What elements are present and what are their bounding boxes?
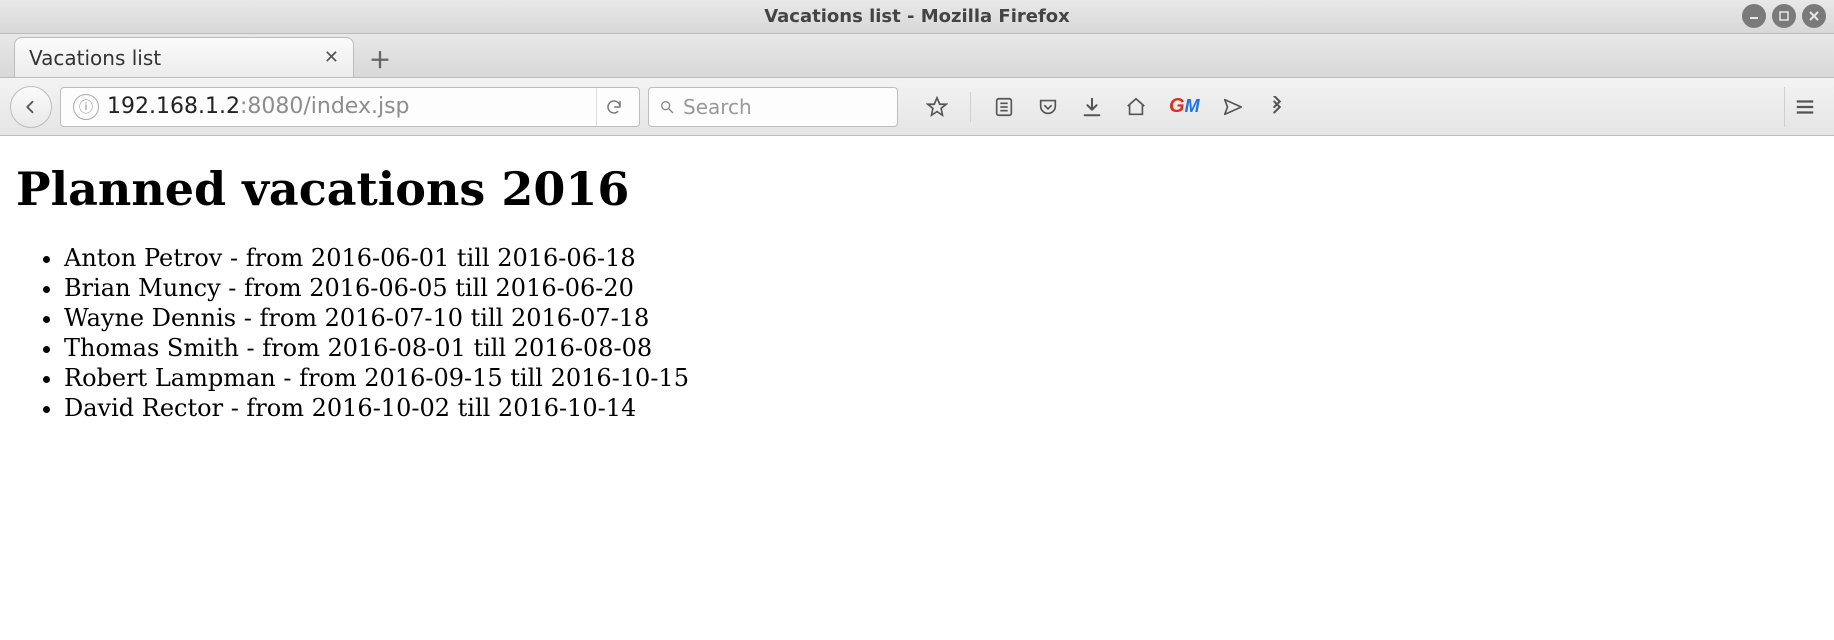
downloads-icon[interactable] (1081, 96, 1103, 118)
pocket-icon[interactable] (1037, 96, 1059, 118)
new-tab-button[interactable]: ＋ (364, 45, 396, 77)
url-path: :8080/index.jsp (240, 94, 410, 119)
back-button[interactable] (10, 86, 52, 128)
home-icon[interactable] (1125, 96, 1147, 118)
list-item: Anton Petrov - from 2016-06-01 till 2016… (64, 244, 1818, 272)
list-item: Wayne Dennis - from 2016-07-10 till 2016… (64, 304, 1818, 332)
tab-strip: Vacations list ✕ ＋ (0, 34, 1834, 78)
site-info-icon[interactable]: ⓘ (73, 94, 99, 120)
list-item: David Rector - from 2016-10-02 till 2016… (64, 394, 1818, 422)
page-heading: Planned vacations 2016 (16, 162, 1818, 216)
tab-vacations-list[interactable]: Vacations list ✕ (14, 37, 354, 77)
list-item: Robert Lampman - from 2016-09-15 till 20… (64, 364, 1818, 392)
hamburger-menu-button[interactable] (1784, 87, 1824, 127)
vacations-list: Anton Petrov - from 2016-06-01 till 2016… (64, 244, 1818, 422)
reload-button[interactable] (596, 88, 631, 126)
list-item: Brian Muncy - from 2016-06-05 till 2016-… (64, 274, 1818, 302)
url-host: 192.168.1.2 (107, 94, 240, 119)
page-content: Planned vacations 2016 Anton Petrov - fr… (0, 136, 1834, 640)
overflow-icon[interactable] (1266, 96, 1288, 118)
window-close-button[interactable] (1802, 4, 1826, 28)
window-title: Vacations list - Mozilla Firefox (0, 6, 1834, 27)
search-placeholder: Search (683, 95, 752, 119)
window-title-bar: Vacations list - Mozilla Firefox (0, 0, 1834, 34)
tab-label: Vacations list (29, 46, 161, 70)
search-field[interactable]: Search (648, 87, 898, 127)
search-icon (659, 99, 675, 115)
tab-close-icon[interactable]: ✕ (324, 47, 339, 68)
navigation-toolbar: ⓘ 192.168.1.2 :8080/index.jsp Search (0, 78, 1834, 136)
bookmark-star-icon[interactable] (926, 96, 948, 118)
gm-extension-icon[interactable]: GM (1169, 95, 1200, 118)
window-maximize-button[interactable] (1772, 4, 1796, 28)
reading-list-icon[interactable] (993, 96, 1015, 118)
window-minimize-button[interactable] (1742, 4, 1766, 28)
list-item: Thomas Smith - from 2016-08-01 till 2016… (64, 334, 1818, 362)
url-field[interactable]: ⓘ 192.168.1.2 :8080/index.jsp (60, 87, 640, 127)
send-icon[interactable] (1222, 96, 1244, 118)
